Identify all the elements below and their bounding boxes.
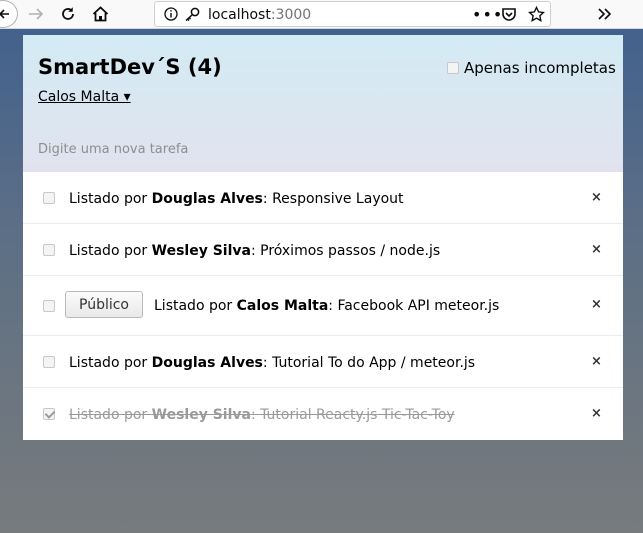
task-description: : Tutorial To do App / meteor.js xyxy=(262,355,476,371)
toggle-private-button[interactable]: Público xyxy=(65,291,143,318)
task-description: : Tutorial Reacty.js Tic-Tac-Toy xyxy=(250,407,455,423)
home-button[interactable] xyxy=(91,3,109,25)
task-text: Listado por Douglas Alves: Responsive La… xyxy=(69,191,404,207)
task-list: Listado por Douglas Alves: Responsive La… xyxy=(23,172,623,440)
new-task-input[interactable] xyxy=(38,142,598,157)
pocket-icon[interactable] xyxy=(501,7,517,22)
key-icon xyxy=(185,7,200,21)
forward-button[interactable] xyxy=(28,3,44,25)
page-title: SmartDev´S (4) xyxy=(38,55,222,79)
task-item: Público Listado por Calos Malta: Faceboo… xyxy=(23,276,623,336)
url-bar[interactable]: localhost:3000 ••• xyxy=(154,1,551,27)
task-prefix: Listado por xyxy=(69,407,152,423)
task-prefix: Listado por xyxy=(69,191,152,207)
delete-button[interactable]: × xyxy=(591,242,602,257)
delete-button[interactable]: × xyxy=(591,190,602,205)
task-item: Listado por Douglas Alves: Responsive La… xyxy=(23,172,623,224)
app-header: SmartDev´S (4) Apenas incompletas Calos … xyxy=(23,35,623,172)
home-icon xyxy=(92,6,108,22)
task-owner: Douglas Alves xyxy=(151,191,263,207)
delete-button[interactable]: × xyxy=(591,406,602,421)
login-dropdown[interactable]: Calos Malta ▾ xyxy=(38,89,131,105)
reload-button[interactable] xyxy=(60,3,76,25)
overflow-menu-button[interactable] xyxy=(597,3,613,25)
task-checkbox[interactable] xyxy=(43,408,55,420)
task-owner: Calos Malta xyxy=(236,298,329,314)
task-text: Listado por Douglas Alves: Tutorial To d… xyxy=(69,355,475,371)
task-item: Listado por Wesley Silva: Tutorial React… xyxy=(23,388,623,440)
reload-icon xyxy=(62,7,74,20)
hide-completed-toggle[interactable]: Apenas incompletas xyxy=(447,59,616,77)
task-checkbox[interactable] xyxy=(43,192,55,204)
task-prefix: Listado por xyxy=(69,355,152,371)
delete-button[interactable]: × xyxy=(591,297,602,312)
task-text: Listado por Wesley Silva: Tutorial React… xyxy=(69,407,455,423)
bookmark-star-icon[interactable] xyxy=(528,6,545,23)
task-prefix: Listado por xyxy=(154,298,237,314)
task-checkbox[interactable] xyxy=(43,300,55,312)
hide-completed-checkbox[interactable] xyxy=(447,62,459,74)
task-text: Listado por Wesley Silva: Próximos passo… xyxy=(69,243,440,259)
todo-app: SmartDev´S (4) Apenas incompletas Calos … xyxy=(23,35,623,440)
overflow-icon xyxy=(598,8,612,20)
hide-completed-label: Apenas incompletas xyxy=(464,59,616,77)
task-item: Listado por Douglas Alves: Tutorial To d… xyxy=(23,336,623,388)
browser-toolbar: localhost:3000 ••• xyxy=(0,0,643,29)
url-host: localhost xyxy=(208,7,271,23)
task-item: Listado por Wesley Silva: Próximos passo… xyxy=(23,224,623,276)
back-button[interactable] xyxy=(0,0,18,28)
info-icon[interactable] xyxy=(164,7,178,21)
more-icon[interactable]: ••• xyxy=(472,5,503,24)
task-checkbox[interactable] xyxy=(43,356,55,368)
task-owner: Douglas Alves xyxy=(151,355,263,371)
task-description: : Facebook API meteor.js xyxy=(328,298,500,314)
task-owner: Wesley Silva xyxy=(151,407,251,423)
task-prefix: Listado por xyxy=(69,243,152,259)
back-icon xyxy=(0,9,9,19)
task-description: : Responsive Layout xyxy=(262,191,404,207)
task-owner: Wesley Silva xyxy=(151,243,251,259)
delete-button[interactable]: × xyxy=(591,354,602,369)
task-description: : Próximos passos / node.js xyxy=(250,243,441,259)
url-port: :3000 xyxy=(270,7,312,23)
forward-icon xyxy=(29,8,44,20)
url-text[interactable]: localhost:3000 xyxy=(208,7,311,23)
task-checkbox[interactable] xyxy=(43,244,55,256)
task-text: Listado por Calos Malta: Facebook API me… xyxy=(154,298,499,314)
